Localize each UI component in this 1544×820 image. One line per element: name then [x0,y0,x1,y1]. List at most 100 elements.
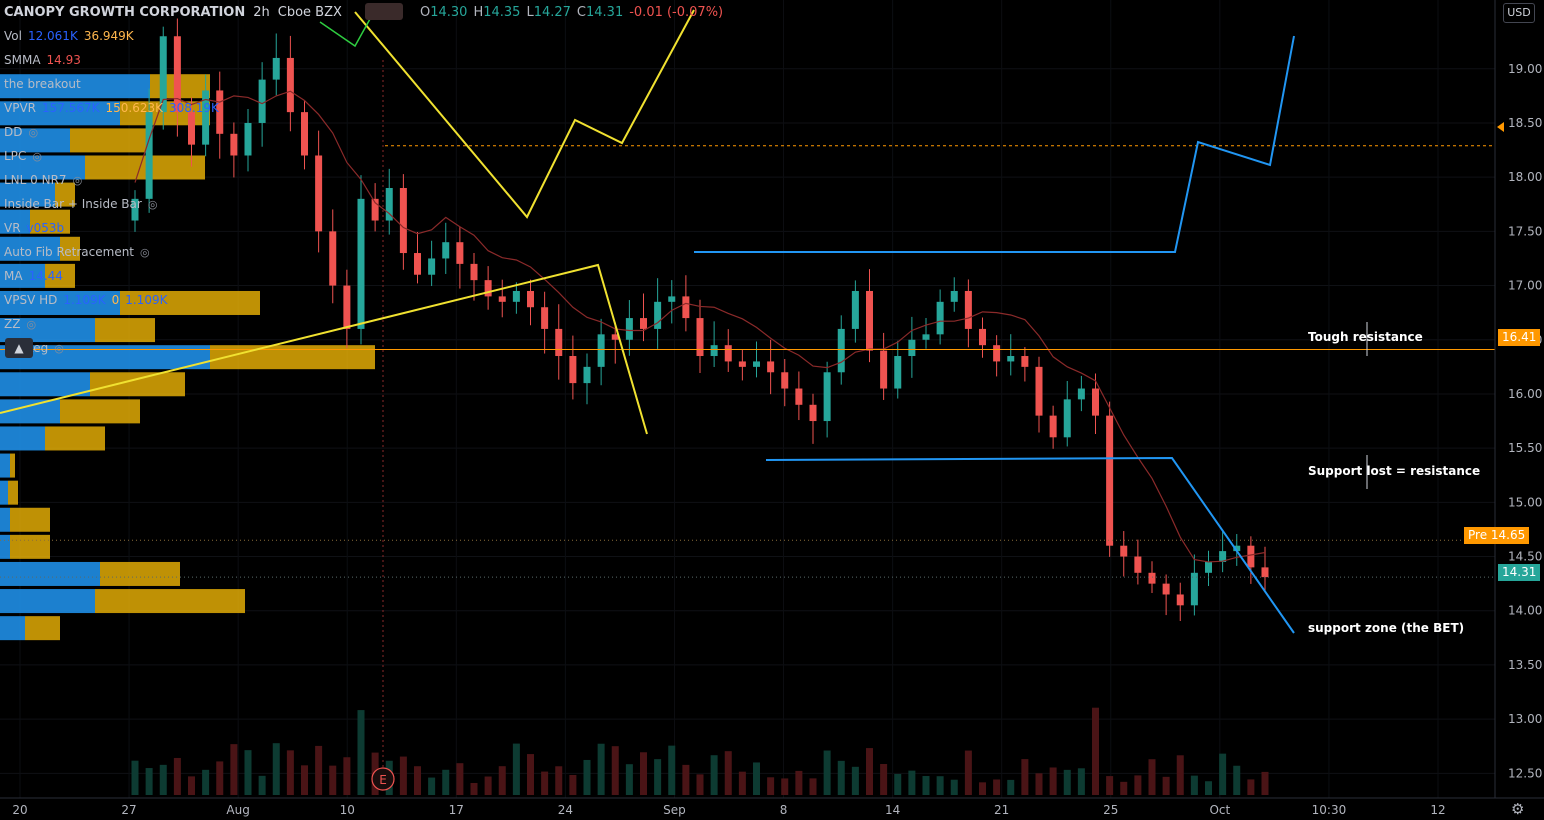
candle-body [1120,545,1128,557]
volume-bar [173,757,181,795]
indicator-1[interactable]: SMMA 14.93 [0,53,81,67]
eye-off-icon[interactable]: ◎ [28,126,38,139]
indicator-9[interactable]: Auto Fib Retracement ◎ [0,245,150,259]
price-tick-label: 19.00 [1508,62,1542,76]
candle-body [964,290,972,329]
vp-bar-blue [0,453,10,478]
candle-body [880,350,888,389]
candle-body [555,328,563,357]
exchange: Cboe BZX [277,4,342,20]
vp-bar-blue [0,616,25,641]
candle-body [837,328,845,373]
volume-bar [654,759,662,795]
vp-bar-gold [10,507,50,532]
indicator-value: 157.567K [42,101,100,115]
price-chart[interactable]: E 12.50 13.00 13.50 14.00 14.50 15.00 15.50 16.… [0,0,1544,820]
eye-off-icon[interactable]: ◎ [73,174,83,187]
price-tag-pre: Pre 14.65 [1464,527,1530,544]
candle-body [753,361,760,367]
note-support-zone[interactable]: support zone (the BET) [1308,621,1464,635]
volume-bar [583,759,591,795]
indicator-name: SMMA [4,53,41,67]
volume-bar [1247,779,1255,795]
collapse-legend-button[interactable]: ▲ [5,338,33,358]
note-tough-resistance[interactable]: Tough resistance [1308,330,1423,344]
vp-bar-gold [95,589,245,614]
price-tick-label: 15.50 [1508,441,1542,455]
volume-bar [682,764,690,795]
volume-bar [908,770,916,795]
volume-bar [1134,775,1142,795]
indicator-0[interactable]: Vol 12.061K 36.949K [0,29,134,43]
volume-bar [795,770,803,795]
flag-button[interactable] [365,3,403,20]
indicator-3[interactable]: VPVR 157.567K 150.623K 308.19K [0,101,219,115]
volume-bar [1176,755,1184,795]
candle-body [625,318,633,340]
volume-bar [964,750,972,795]
volume-bar [979,782,986,795]
volume-bar [696,774,704,795]
volume-bar [823,750,831,795]
candle-body [286,57,294,113]
vp-bar-gold [95,318,155,343]
volume-bar [541,771,549,795]
price-tag-level: 16.41 [1498,329,1541,346]
currency-button[interactable]: USD [1503,3,1535,23]
eye-off-icon[interactable]: ◎ [140,246,150,259]
eye-off-icon[interactable]: ◎ [54,342,64,355]
vp-bar-blue [0,534,10,559]
volume-bar [442,769,450,795]
candle-body [343,285,351,329]
volume-bar [950,779,958,795]
price-tick-label: 17.50 [1508,224,1542,238]
candle-body [1148,572,1156,584]
volume-bar [329,765,337,795]
close-value: 14.31 [586,4,624,20]
time-tick-label: 10:30 [1312,803,1347,817]
candle-body [1261,567,1269,578]
indicator-name: Auto Fib Retracement [4,245,135,259]
indicator-value: 1.109K [125,293,168,307]
gear-icon[interactable]: ⚙ [1511,800,1524,818]
vp-bar-blue [0,372,90,397]
eye-off-icon[interactable]: ◎ [26,318,36,331]
volume-bar [272,743,280,795]
volume-bar [1035,773,1043,795]
indicator-7[interactable]: Inside Bar + Inside Bar ◎ [0,197,157,211]
volume-bar [993,779,1001,795]
note-support-lost[interactable]: Support lost = resistance [1308,464,1480,478]
indicator-2[interactable]: the breakout [0,77,81,91]
symbol-header[interactable]: CANOPY GROWTH CORPORATION 2h Cboe BZX [0,0,342,24]
indicator-8[interactable]: VR v053b [0,221,64,235]
vp-bar-gold [210,345,375,370]
candle-body [1205,561,1212,573]
indicator-6[interactable]: LNL 0 NR7 ◎ [0,173,82,187]
symbol-name[interactable]: CANOPY GROWTH CORPORATION [4,5,245,20]
candle-body [1021,356,1029,367]
indicator-name: VR [4,221,21,235]
candle-body [1092,388,1099,416]
candle-body [1077,388,1085,400]
price-tick-label: 18.00 [1508,170,1542,184]
volume-bar [1007,779,1015,795]
indicator-10[interactable]: MA 14.44 [0,269,63,283]
volume-bar [1120,781,1128,795]
low-value: 14.27 [533,4,571,20]
indicator-12[interactable]: ZZ ◎ [0,317,36,331]
eye-off-icon[interactable]: ◎ [32,150,42,163]
volume-bar [1063,769,1071,795]
indicator-11[interactable]: VPSV HD 1.109K 0 1.109K [0,293,167,307]
eye-off-icon[interactable]: ◎ [148,198,158,211]
candle-body [950,290,958,302]
candle-body [512,290,520,302]
interval[interactable]: 2h [253,5,270,20]
volume-bar [837,760,845,795]
indicator-4[interactable]: DD ◎ [0,125,38,139]
indicator-value: 36.949K [83,29,134,43]
candle-body [258,79,266,123]
candle-body [230,133,238,156]
volume-bar [1106,776,1114,795]
indicator-5[interactable]: LPC ◎ [0,149,42,163]
vp-bar-blue [0,561,100,586]
